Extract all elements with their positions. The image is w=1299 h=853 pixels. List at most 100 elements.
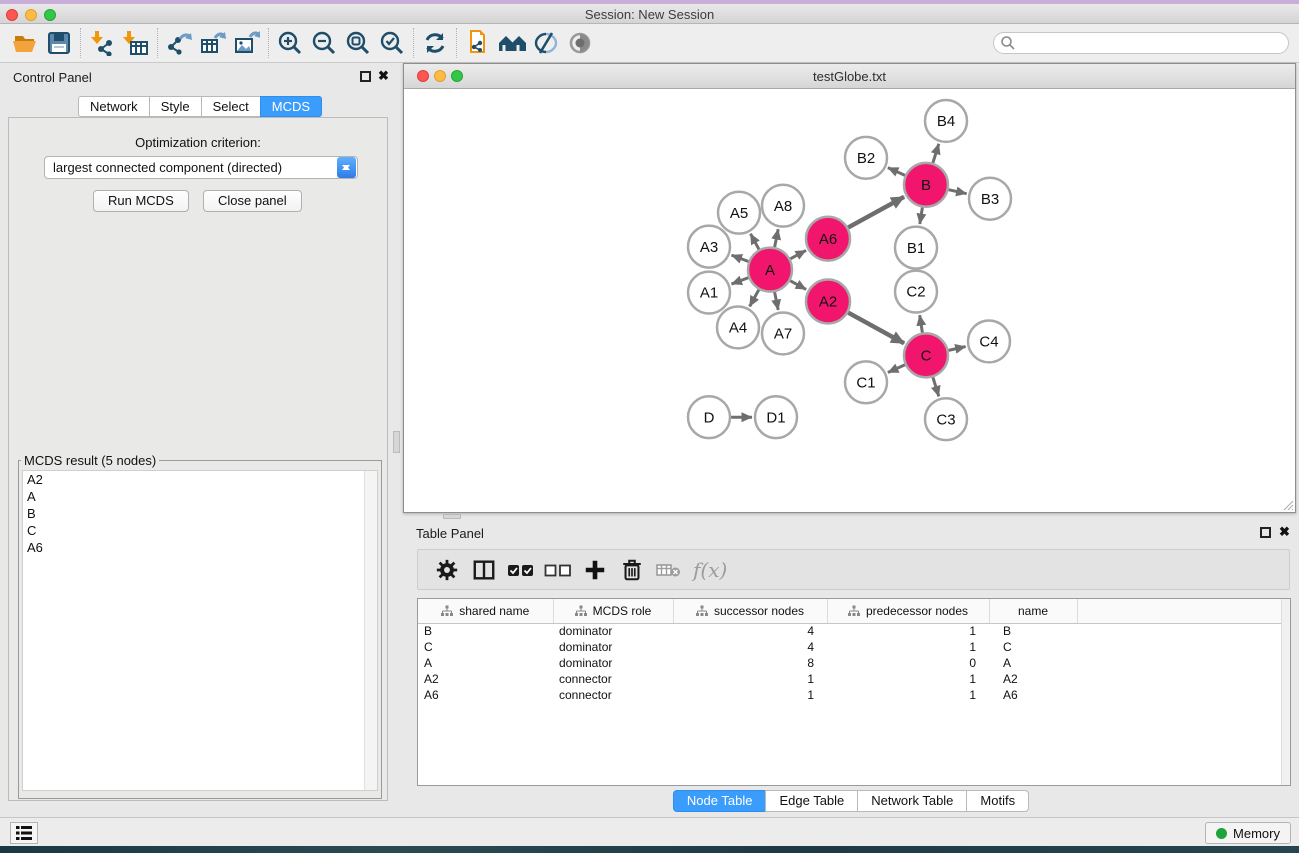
tab-select[interactable]: Select — [201, 96, 261, 117]
search-container — [993, 32, 1289, 54]
search-field[interactable] — [993, 32, 1289, 54]
float-table-panel-icon[interactable] — [1260, 527, 1271, 538]
control-panel-title: Control Panel — [13, 70, 92, 85]
close-panel-button[interactable]: Close panel — [203, 190, 302, 212]
export-table-button[interactable] — [196, 27, 230, 59]
tab-node-table[interactable]: Node Table — [673, 790, 767, 812]
tab-mcds[interactable]: MCDS — [260, 96, 322, 117]
edge-B-B4[interactable] — [933, 144, 939, 163]
run-mcds-button[interactable]: Run MCDS — [93, 190, 189, 212]
export-image-button[interactable] — [230, 27, 264, 59]
table-settings-button[interactable] — [428, 553, 465, 587]
edge-A-A7[interactable] — [775, 292, 779, 310]
result-item[interactable]: A — [23, 488, 377, 505]
edge-B-B1[interactable] — [920, 207, 923, 224]
result-item[interactable]: A6 — [23, 539, 377, 556]
zoom-out-icon — [311, 30, 337, 56]
node-label-B3: B3 — [981, 191, 999, 208]
node-table[interactable]: shared nameMCDS rolesuccessor nodesprede… — [418, 599, 1290, 703]
search-input[interactable] — [1016, 36, 1288, 50]
open-session-button[interactable] — [8, 27, 42, 59]
float-panel-icon[interactable] — [360, 71, 371, 82]
edge-A-A5[interactable] — [751, 234, 760, 250]
status-bar: Memory — [0, 817, 1299, 846]
select-all-button[interactable] — [502, 553, 539, 587]
column-header-successor-nodes[interactable]: successor nodes — [673, 599, 827, 623]
attribute-icon — [696, 605, 708, 617]
edge-A-A8[interactable] — [775, 229, 779, 247]
tab-network[interactable]: Network — [78, 96, 150, 117]
edge-A-A2[interactable] — [790, 281, 806, 290]
optimization-criterion-label: Optimization criterion: — [9, 135, 387, 150]
column-header-name[interactable]: name — [989, 599, 1077, 623]
export-network-button[interactable] — [162, 27, 196, 59]
edge-C-C3[interactable] — [933, 377, 939, 396]
column-header-MCDS-role[interactable]: MCDS role — [553, 599, 673, 623]
hide-graphics-button[interactable] — [529, 27, 563, 59]
panel-divider[interactable] — [391, 63, 403, 817]
network-canvas[interactable]: B4B2BB3A8A5A6A3B1AA1C2A2A4A7C4CC1DD1C3 — [404, 89, 1295, 512]
edge-B-B2[interactable] — [888, 168, 905, 176]
control-panel-tabs: NetworkStyleSelectMCDS — [78, 96, 322, 117]
zoom-in-button[interactable] — [273, 27, 307, 59]
network-window-titlebar[interactable]: testGlobe.txt — [404, 64, 1295, 89]
edge-A2-C[interactable] — [848, 313, 904, 344]
unchecked-boxes-icon — [544, 558, 572, 582]
edge-C-C4[interactable] — [949, 347, 966, 351]
edge-A6-B[interactable] — [848, 197, 904, 228]
add-row-button[interactable] — [576, 553, 613, 587]
network-graph[interactable]: B4B2BB3A8A5A6A3B1AA1C2A2A4A7C4CC1DD1C3 — [404, 89, 1295, 512]
edge-C-C2[interactable] — [920, 315, 923, 333]
tab-network-table[interactable]: Network Table — [857, 790, 967, 812]
table-header-row[interactable]: shared nameMCDS rolesuccessor nodesprede… — [418, 599, 1290, 623]
resize-grip-icon[interactable] — [1280, 497, 1294, 511]
copy-network-button[interactable] — [461, 27, 495, 59]
divider-grip[interactable] — [393, 431, 400, 453]
close-table-panel-icon[interactable]: ✖ — [1279, 524, 1290, 540]
edge-A-A6[interactable] — [790, 250, 806, 258]
table-scrollbar[interactable] — [1281, 599, 1290, 785]
node-label-A3: A3 — [700, 239, 718, 256]
result-scrollbar[interactable] — [364, 471, 377, 790]
deselect-all-button[interactable] — [539, 553, 576, 587]
close-panel-icon[interactable]: ✖ — [378, 68, 389, 84]
delete-row-button[interactable] — [613, 553, 650, 587]
edge-A-A3[interactable] — [732, 255, 749, 261]
function-builder-button[interactable]: f(x) — [693, 558, 727, 582]
tab-edge-table[interactable]: Edge Table — [765, 790, 858, 812]
zoom-fit-button[interactable] — [341, 27, 375, 59]
home-button[interactable] — [495, 27, 529, 59]
column-header-predecessor-nodes[interactable]: predecessor nodes — [827, 599, 989, 623]
table-row[interactable]: A6connector11A6 — [418, 687, 1290, 703]
delete-table-button[interactable] — [650, 553, 687, 587]
save-session-button[interactable] — [42, 27, 76, 59]
result-item[interactable]: A2 — [23, 471, 377, 488]
import-table-button[interactable] — [119, 27, 153, 59]
edge-B-B3[interactable] — [949, 190, 967, 194]
mcds-result-list[interactable]: A2ABCA6 — [22, 470, 378, 791]
show-graphics-button[interactable] — [563, 27, 597, 59]
table-row[interactable]: Cdominator41C — [418, 639, 1290, 655]
column-header-shared-name[interactable]: shared name — [418, 599, 553, 623]
tab-style[interactable]: Style — [149, 96, 202, 117]
criterion-dropdown[interactable]: largest connected component (directed) — [44, 156, 358, 179]
result-item[interactable]: C — [23, 522, 377, 539]
refresh-button[interactable] — [418, 27, 452, 59]
result-item[interactable]: B — [23, 505, 377, 522]
memory-button[interactable]: Memory — [1205, 822, 1291, 844]
edge-A-A4[interactable] — [750, 290, 759, 307]
task-history-button[interactable] — [10, 822, 38, 844]
tab-motifs[interactable]: Motifs — [966, 790, 1029, 812]
plus-icon — [583, 558, 607, 582]
table-row[interactable]: Bdominator41B — [418, 623, 1290, 639]
zoom-selected-button[interactable] — [375, 27, 409, 59]
table-row[interactable]: A2connector11A2 — [418, 671, 1290, 687]
edge-A-A1[interactable] — [732, 278, 749, 284]
import-network-button[interactable] — [85, 27, 119, 59]
node-table-container: shared nameMCDS rolesuccessor nodesprede… — [417, 598, 1291, 786]
gear-icon — [435, 558, 459, 582]
zoom-out-button[interactable] — [307, 27, 341, 59]
table-row[interactable]: Adominator80A — [418, 655, 1290, 671]
edge-C-C1[interactable] — [888, 365, 905, 373]
show-columns-button[interactable] — [465, 553, 502, 587]
